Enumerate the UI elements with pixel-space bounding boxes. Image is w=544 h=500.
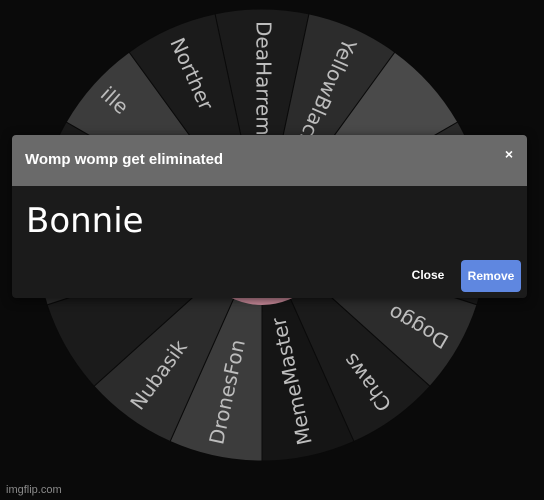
dialog-header: Womp womp get eliminated × [12, 135, 527, 186]
close-button[interactable]: Close [404, 262, 452, 288]
wheel-segment-label: DeaHarremi [252, 21, 276, 141]
imgflip-watermark: imgflip.com [6, 484, 62, 496]
remove-button[interactable]: Remove [461, 260, 521, 292]
result-dialog: Womp womp get eliminated × Bonnie Close … [12, 135, 527, 298]
dialog-title: Womp womp get eliminated [25, 151, 224, 168]
close-icon[interactable]: × [505, 146, 513, 162]
winner-name: Bonnie [26, 201, 144, 241]
